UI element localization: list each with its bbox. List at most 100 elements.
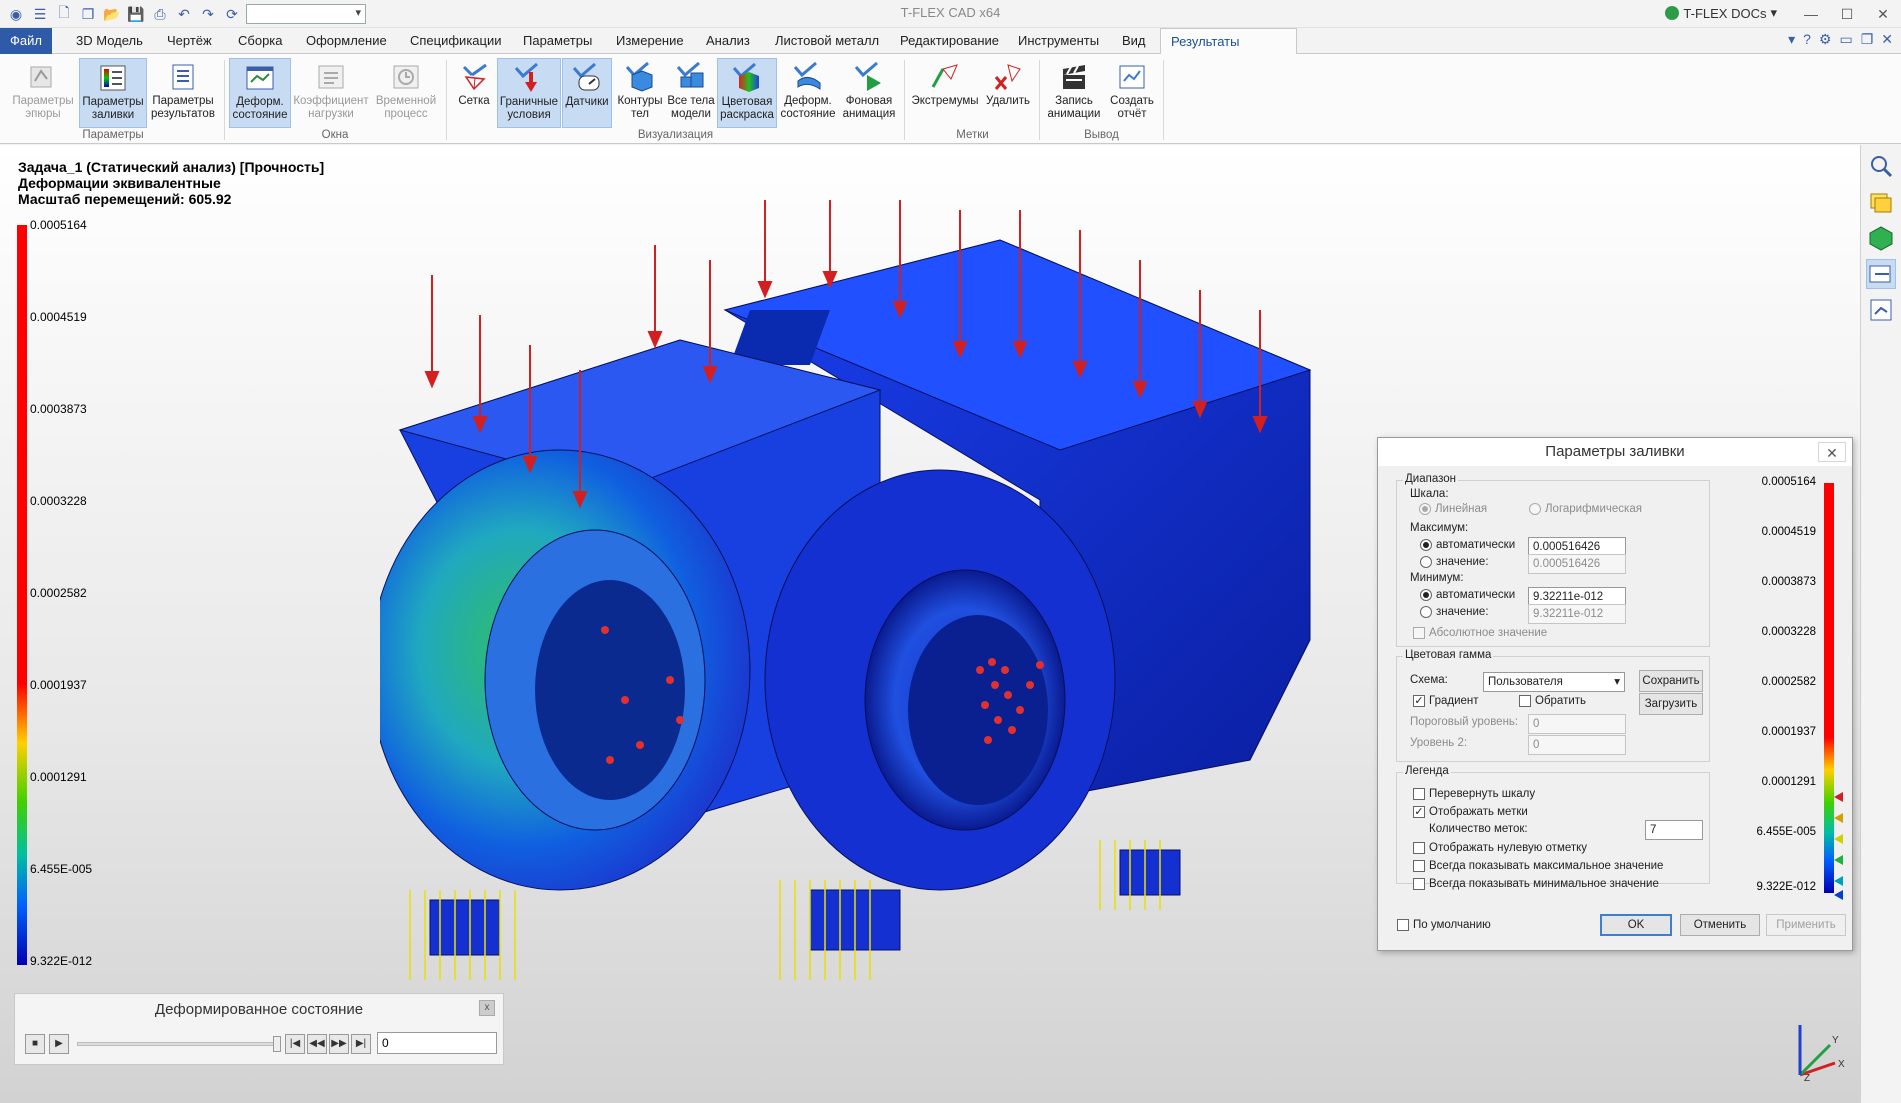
- close-window-button[interactable]: ✕: [1865, 0, 1901, 28]
- tab-view[interactable]: Вид: [1112, 28, 1156, 54]
- legend-marker[interactable]: [1834, 792, 1843, 802]
- minimize-button[interactable]: —: [1793, 0, 1829, 28]
- tab-editing[interactable]: Редактирование: [890, 28, 1009, 54]
- stop-button[interactable]: ■: [25, 1034, 45, 1054]
- tab-parameters[interactable]: Параметры: [513, 28, 602, 54]
- always-max-checkbox[interactable]: [1413, 860, 1425, 872]
- ok-button[interactable]: OK: [1600, 914, 1672, 936]
- invert-checkbox[interactable]: [1519, 695, 1531, 707]
- cancel-button[interactable]: Отменить: [1680, 914, 1760, 936]
- sensors-button[interactable]: Датчики: [562, 58, 612, 128]
- linear-radio[interactable]: [1419, 503, 1431, 515]
- show-marks-checkbox[interactable]: ✓: [1413, 806, 1425, 818]
- plot-params-button[interactable]: Параметры эпюры: [8, 58, 78, 128]
- extremes-button[interactable]: Экстремумы: [910, 58, 980, 128]
- frame-slider[interactable]: [77, 1042, 277, 1046]
- legend-marker[interactable]: [1834, 855, 1843, 865]
- legend-marker[interactable]: [1834, 813, 1843, 823]
- close-icon[interactable]: ✕: [1818, 442, 1846, 462]
- regenerate-icon[interactable]: ⟳: [222, 4, 242, 24]
- tab-3d-model[interactable]: 3D Модель: [66, 28, 153, 54]
- frame-value-input[interactable]: [377, 1032, 497, 1054]
- ribbon-options-icon[interactable]: ▾: [1788, 31, 1795, 48]
- tab-drawing[interactable]: Чертёж: [157, 28, 222, 54]
- play-button[interactable]: ▶: [49, 1034, 69, 1054]
- maximize-button[interactable]: ☐: [1829, 0, 1865, 28]
- abs-value-checkbox[interactable]: [1413, 627, 1425, 639]
- save-icon[interactable]: 💾: [126, 4, 146, 24]
- boundary-conditions-button[interactable]: Граничные условия: [497, 58, 561, 128]
- min-value-field[interactable]: 9.32211e-012: [1528, 604, 1626, 624]
- layers-icon[interactable]: [1866, 187, 1896, 217]
- threshold-field[interactable]: 0: [1528, 714, 1626, 734]
- apply-button[interactable]: Применить: [1766, 914, 1846, 936]
- mesh-button[interactable]: Сетка: [452, 58, 496, 128]
- legend-marker[interactable]: [1834, 876, 1843, 886]
- app-menu-icon[interactable]: ◉: [6, 4, 26, 24]
- tab-tools[interactable]: Инструменты: [1008, 28, 1109, 54]
- help-icon[interactable]: ?: [1803, 31, 1811, 48]
- first-frame-button[interactable]: |◀: [285, 1034, 305, 1054]
- deformed-state-window-button[interactable]: Деформ. состояние: [229, 58, 291, 128]
- deformed-state-button[interactable]: Деформ. состояние: [778, 58, 838, 128]
- last-frame-button[interactable]: ▶|: [351, 1034, 371, 1054]
- window-properties-icon[interactable]: [1866, 295, 1896, 325]
- create-report-button[interactable]: Создать отчёт: [1105, 58, 1159, 128]
- min-value-radio[interactable]: [1420, 606, 1432, 618]
- legend-marker[interactable]: [1834, 834, 1843, 844]
- tab-assembly[interactable]: Сборка: [228, 28, 293, 54]
- max-auto-radio[interactable]: [1420, 539, 1432, 551]
- new-window-icon[interactable]: ❐: [78, 4, 98, 24]
- time-process-button[interactable]: Временной процесс: [371, 58, 441, 128]
- fea-model[interactable]: [380, 200, 1360, 1040]
- load-scheme-button[interactable]: Загрузить: [1639, 693, 1703, 715]
- docs-brand[interactable]: T-FLEX DOCs ▾: [1665, 5, 1777, 21]
- window-layout-icon[interactable]: ▭: [1839, 31, 1852, 48]
- quick-access-combo[interactable]: [246, 4, 366, 24]
- tab-measurement[interactable]: Измерение: [606, 28, 694, 54]
- marks-count-field[interactable]: 7: [1645, 820, 1703, 840]
- slider-handle[interactable]: [273, 1036, 281, 1052]
- tab-formatting[interactable]: Оформление: [296, 28, 397, 54]
- default-checkbox[interactable]: [1397, 919, 1409, 931]
- max-value-field[interactable]: 0.000516426: [1528, 554, 1626, 574]
- rewind-button[interactable]: ◀◀: [307, 1034, 327, 1054]
- tab-specifications[interactable]: Спецификации: [400, 28, 512, 54]
- load-factor-button[interactable]: Коэффициент нагрузки: [292, 58, 370, 128]
- tab-sheet-metal[interactable]: Листовой металл: [765, 28, 889, 54]
- redo-icon[interactable]: ↷: [198, 4, 218, 24]
- results-panel-icon[interactable]: [1866, 259, 1896, 289]
- level2-field[interactable]: 0: [1528, 735, 1626, 755]
- show-zero-checkbox[interactable]: [1413, 842, 1425, 854]
- open-folder-icon[interactable]: 📂: [102, 4, 122, 24]
- settings-gear-icon[interactable]: ⚙: [1819, 31, 1832, 48]
- tab-file[interactable]: Файл: [0, 28, 52, 54]
- close-document-icon[interactable]: ✕: [1881, 31, 1893, 48]
- undo-icon[interactable]: ↶: [174, 4, 194, 24]
- body-contours-button[interactable]: Контуры тел: [614, 58, 666, 128]
- tab-analysis-results[interactable]: Результаты анализа: [1160, 28, 1297, 75]
- new-document-icon[interactable]: 🗋: [54, 4, 74, 24]
- always-min-checkbox[interactable]: [1413, 878, 1425, 890]
- legend-marker[interactable]: [1834, 890, 1843, 900]
- fill-params-button[interactable]: Параметры заливки: [79, 58, 147, 128]
- tab-analysis[interactable]: Анализ: [696, 28, 760, 54]
- print-icon[interactable]: ⎙: [150, 4, 170, 24]
- result-params-button[interactable]: Параметры результатов: [148, 58, 218, 128]
- background-animation-button[interactable]: Фоновая анимация: [839, 58, 899, 128]
- gradient-checkbox[interactable]: ✓: [1413, 695, 1425, 707]
- close-icon[interactable]: x: [479, 1000, 495, 1016]
- min-auto-radio[interactable]: [1420, 589, 1432, 601]
- fast-forward-button[interactable]: ▶▶: [329, 1034, 349, 1054]
- scheme-select[interactable]: Пользователя: [1483, 672, 1625, 692]
- max-value-radio[interactable]: [1420, 556, 1432, 568]
- restore-icon[interactable]: ❐: [1861, 31, 1874, 48]
- all-bodies-button[interactable]: Все тела модели: [666, 58, 716, 128]
- save-scheme-button[interactable]: Сохранить: [1639, 670, 1703, 692]
- delete-marks-button[interactable]: Удалить: [981, 58, 1035, 128]
- hamburger-icon[interactable]: ☰: [30, 4, 50, 24]
- model-view-icon[interactable]: [1866, 223, 1896, 253]
- zoom-tool-icon[interactable]: [1866, 151, 1896, 181]
- flip-scale-checkbox[interactable]: [1413, 788, 1425, 800]
- record-animation-button[interactable]: Запись анимации: [1044, 58, 1104, 128]
